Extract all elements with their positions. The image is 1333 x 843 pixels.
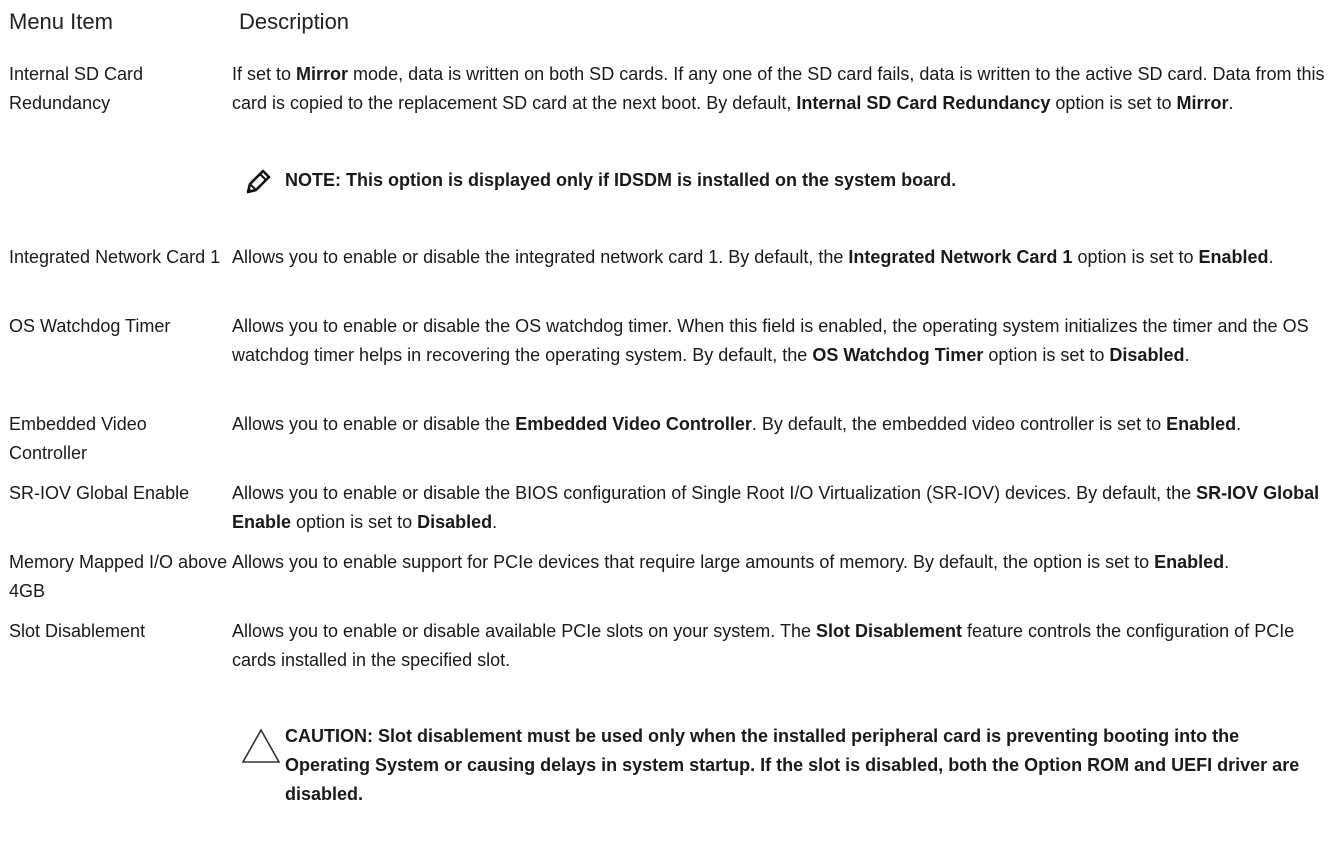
bold-term: Disabled — [417, 512, 493, 532]
menu-item-description: Allows you to enable or disable the Embe… — [232, 414, 1242, 434]
menu-item-term: OS Watchdog Timer — [9, 316, 171, 336]
header-description: Description — [239, 9, 350, 34]
bold-term: Slot Disablement — [815, 621, 963, 641]
bold-term: Mirror — [296, 64, 349, 84]
menu-item-description: Allows you to enable or disable the inte… — [232, 247, 1274, 267]
bold-term: Embedded Video Controller — [515, 414, 752, 434]
bold-term: Internal SD Card Redundancy — [796, 93, 1051, 113]
menu-item-term: Embedded Video Controller — [9, 414, 147, 463]
menu-item-description: Allows you to enable support for PCIe de… — [232, 552, 1230, 572]
bold-term: Enabled — [1198, 247, 1269, 267]
note-text: NOTE: This option is displayed only if I… — [285, 170, 957, 190]
bios-settings-table: Menu Item Description Internal SD Card R… — [0, 0, 1333, 843]
menu-item-term: Integrated Network Card 1 — [9, 247, 221, 267]
bold-term: Integrated Network Card 1 — [848, 247, 1073, 267]
caution-text: CAUTION: Slot disablement must be used o… — [285, 726, 1300, 804]
bold-term: OS Watchdog Timer — [812, 345, 984, 365]
note-pencil-icon — [246, 169, 271, 194]
bold-term: Disabled — [1109, 345, 1185, 365]
menu-item-description: Allows you to enable or disable the BIOS… — [232, 483, 1320, 532]
menu-item-term: Slot Disablement — [9, 621, 146, 641]
menu-item-description: Allows you to enable or disable the OS w… — [232, 316, 1309, 365]
menu-item-term: SR-IOV Global Enable — [9, 483, 190, 503]
menu-item-term: Memory Mapped I/O above 4GB — [9, 552, 228, 601]
bold-term: Mirror — [1176, 93, 1229, 113]
bold-term: SR-IOV Global Enable — [232, 483, 1320, 532]
bold-term: Enabled — [1154, 552, 1225, 572]
menu-item-description: Allows you to enable or disable availabl… — [232, 621, 1295, 670]
header-menu-item: Menu Item — [9, 9, 113, 34]
menu-item-term: Internal SD Card Redundancy — [9, 64, 144, 113]
menu-item-description: If set to Mirror mode, data is written o… — [232, 64, 1325, 113]
caution-triangle-icon — [241, 728, 281, 763]
bold-term: Enabled — [1166, 414, 1237, 434]
